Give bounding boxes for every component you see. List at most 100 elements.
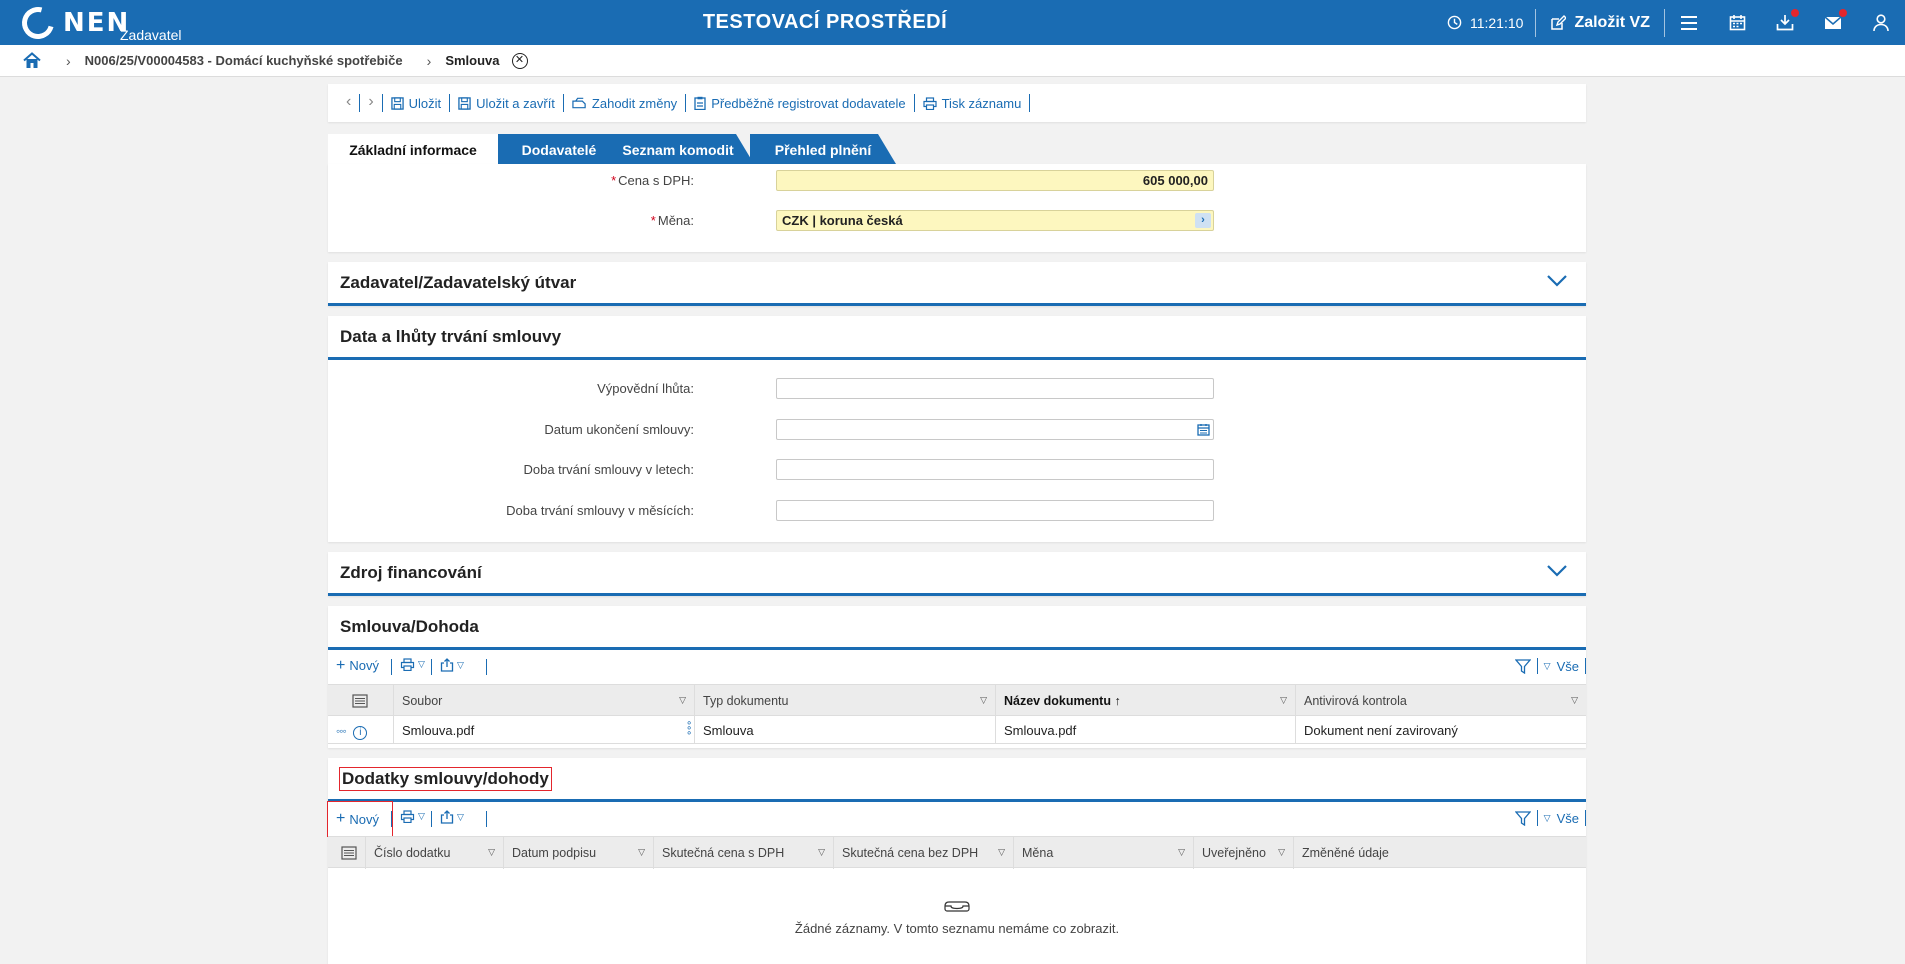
discard-changes-button[interactable]: Zahodit změny [564,94,687,112]
clock-icon [1447,15,1462,30]
table-row[interactable]: ◦◦◦ i Smlouva.pdf ∘ ∘ ∘ Smlouva Smlouva.pd… [328,716,1586,744]
export-icon [440,658,454,672]
filter-caret-icon[interactable]: ▽ [1278,847,1285,858]
contract-document-section: Smlouva/Dohoda + Nový ▽ ▽ ▽ Vše Soubor▽ [328,606,1586,748]
filter-caret-icon[interactable]: ▽ [1280,695,1287,706]
filter-caret-icon[interactable]: ▽ [679,695,686,706]
clock-time: 11:21:10 [1469,14,1524,31]
breadcrumb-procurement-link[interactable]: N006/25/V00004583 - Domácí kuchyňské spo… [85,53,403,68]
filter-caret-icon[interactable]: ▽ [1571,695,1578,706]
caret-down-icon: ▽ [418,811,425,821]
export-icon [440,810,454,824]
user-button[interactable] [1857,0,1905,45]
caret-down-icon[interactable]: ▽ [1544,813,1551,824]
create-procurement-button[interactable]: Založit VZ [1536,14,1664,32]
previous-record-button[interactable]: ‹ [338,94,361,112]
notice-period-input[interactable] [776,378,1214,399]
contract-grid-header: Soubor ▽ Typ dokumentu ▽ Název dokumentu ↑… [328,684,1586,717]
duration-months-label: Doba trvání smlouvy v měsících: [506,503,694,518]
column-header-changed-data[interactable]: Změněné údaje [1294,837,1586,869]
duration-years-input[interactable] [776,459,1214,480]
calendar-button[interactable] [1713,0,1761,45]
export-menu-button[interactable]: ▽ [440,810,464,824]
column-settings-icon [341,846,357,860]
divider [1585,658,1586,674]
chevron-right-icon: › [426,52,432,69]
filter-caret-icon[interactable]: ▽ [488,847,495,858]
downloads-button[interactable] [1761,0,1809,45]
funding-source-section[interactable]: Zdroj financování [328,552,1586,596]
view-all-label[interactable]: Vše [1557,811,1579,826]
view-all-label[interactable]: Vše [1557,659,1579,674]
price-label: * Cena s DPH: [611,173,694,188]
column-header-file[interactable]: Soubor ▽ [394,685,695,717]
new-document-button[interactable]: + Nový [336,656,379,674]
new-label: Nový [349,811,379,827]
column-header-price-vat[interactable]: Skutečná cena s DPH ▽ [654,837,834,869]
kebab-menu-icon[interactable]: ∘ ∘ ∘ [686,719,692,739]
tab-fulfilment-overview[interactable]: Přehled plnění [750,134,896,164]
filter-caret-icon[interactable]: ▽ [998,847,1005,858]
export-menu-button[interactable]: ▽ [440,658,464,672]
currency-select[interactable]: CZK | koruna česká › [776,210,1214,231]
print-menu-button[interactable]: ▽ [400,810,425,823]
duration-years-label: Doba trvání smlouvy v letech: [523,462,694,477]
caret-down-icon: ▽ [418,659,425,669]
save-icon [458,96,471,110]
filter-caret-icon[interactable]: ▽ [1178,847,1185,858]
column-header-published[interactable]: Uveřejněno ▽ [1194,837,1294,869]
column-settings-button[interactable] [328,685,394,717]
next-record-button[interactable]: › [360,94,383,112]
save-close-button[interactable]: Uložit a zavřít [450,94,564,112]
tab-suppliers[interactable]: Dodavatelé [498,134,620,164]
caret-down-icon[interactable]: ▽ [1544,661,1551,672]
tab-basic-info[interactable]: Základní informace [328,134,498,164]
contracting-authority-section[interactable]: Zadavatel/Zadavatelský útvar [328,262,1586,306]
cell-file[interactable]: Smlouva.pdf ∘ ∘ ∘ [394,716,695,744]
new-amendment-button[interactable]: + Nový [327,801,393,837]
calendar-icon[interactable] [1197,423,1210,436]
filter-icon[interactable] [1514,810,1531,826]
new-label: Nový [349,658,379,673]
column-settings-button[interactable] [328,837,366,869]
calendar-icon [1729,15,1745,31]
column-header-amendment-number[interactable]: Číslo dodatku ▽ [366,837,504,869]
download-icon [1776,15,1794,31]
chevron-right-icon[interactable]: › [1195,213,1211,228]
save-label: Uložit [408,95,442,111]
chevron-down-icon[interactable] [1546,564,1568,578]
print-menu-button[interactable]: ▽ [400,658,425,671]
filter-caret-icon[interactable]: ▽ [980,695,987,706]
empty-state: Žádné záznamy. V tomto seznamu nemáme co… [328,900,1586,936]
menu-button[interactable] [1665,0,1713,45]
preregister-supplier-button[interactable]: Předběžně registrovat dodavatele [686,94,915,112]
tab-commodities[interactable]: Seznam komodit [602,134,754,164]
home-icon [23,52,41,68]
plus-icon: + [336,656,346,674]
info-icon[interactable]: i [353,726,368,740]
end-date-input[interactable] [776,419,1214,440]
section-title: Zadavatel/Zadavatelský útvar [340,272,577,292]
column-header-signature-date[interactable]: Datum podpisu ▽ [504,837,654,869]
price-input[interactable]: 605 000,00 [776,170,1214,191]
duration-months-input[interactable] [776,500,1214,521]
home-button[interactable] [22,51,42,71]
filter-caret-icon[interactable]: ▽ [638,847,645,858]
column-header-currency[interactable]: Měna ▽ [1014,837,1194,869]
print-record-button[interactable]: Tisk záznamu [915,94,1031,112]
session-clock: 11:21:10 [1447,15,1535,31]
chevron-down-icon[interactable] [1546,274,1568,288]
column-header-doc-name[interactable]: Název dokumentu ↑ ▽ [996,685,1296,717]
column-header-doc-type[interactable]: Typ dokumentu ▽ [695,685,996,717]
divider [391,811,392,827]
messages-button[interactable] [1809,0,1857,45]
close-tab-button[interactable]: ✕ [511,52,528,69]
more-options-icon[interactable]: ◦◦◦ [336,724,347,738]
printer-icon [400,658,415,671]
column-header-antivirus[interactable]: Antivirová kontrola ▽ [1296,685,1586,717]
filter-icon[interactable] [1514,658,1531,674]
filter-caret-icon[interactable]: ▽ [818,847,825,858]
column-header-price-no-vat[interactable]: Skutečná cena bez DPH ▽ [834,837,1014,869]
save-button[interactable]: Uložit [383,94,451,112]
divider [391,659,392,675]
